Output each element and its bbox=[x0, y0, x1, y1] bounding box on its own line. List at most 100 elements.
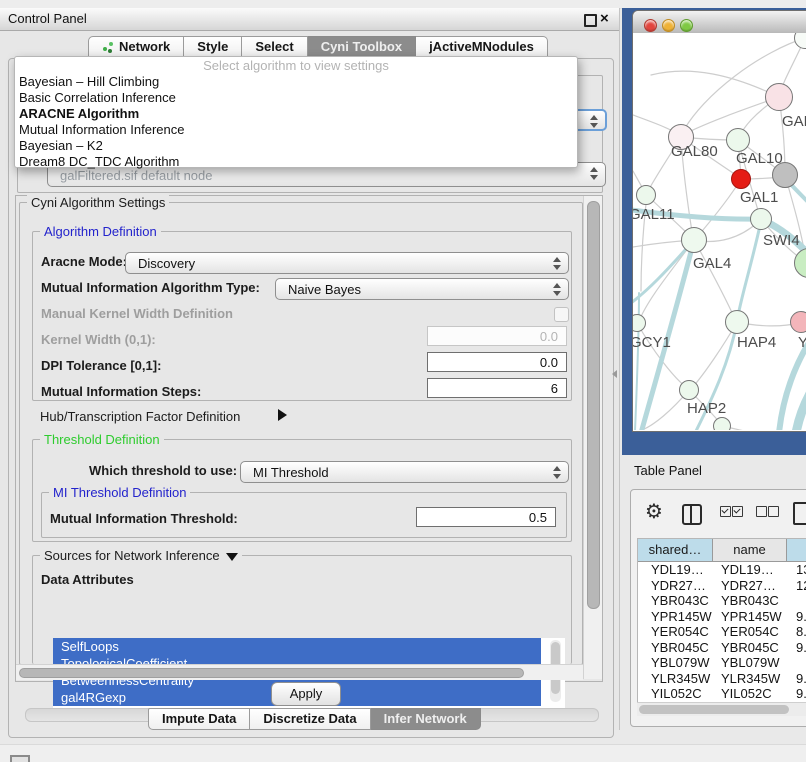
network-node-gal4[interactable] bbox=[681, 227, 707, 253]
node-label: HAP4 bbox=[737, 334, 776, 351]
popup-item[interactable]: Bayesian – K2 bbox=[15, 138, 577, 154]
network-node-gal10[interactable] bbox=[726, 128, 750, 152]
table-row[interactable]: YDL19…YDL19…13 bbox=[638, 562, 806, 578]
collapse-arrow-icon[interactable] bbox=[226, 553, 238, 561]
table-cell: 8. bbox=[787, 624, 806, 640]
table-cell: YBL079W bbox=[713, 655, 787, 671]
network-edge[interactable] bbox=[694, 240, 735, 319]
document-icon[interactable] bbox=[793, 502, 806, 525]
network-node-swi4[interactable] bbox=[750, 208, 772, 230]
table-row[interactable]: YBL079WYBL079W bbox=[638, 655, 806, 671]
network-node-hap2[interactable] bbox=[679, 380, 699, 400]
table-cell: 9. bbox=[787, 686, 806, 702]
tab-cyni-toolbox[interactable]: Cyni Toolbox bbox=[308, 36, 416, 58]
tab-style[interactable]: Style bbox=[184, 36, 242, 58]
column-header[interactable]: name bbox=[713, 539, 787, 561]
network-node-gal11[interactable] bbox=[636, 185, 656, 205]
close-icon[interactable]: × bbox=[600, 10, 609, 28]
manual-kernel-checkbox[interactable] bbox=[554, 307, 569, 322]
popup-item[interactable]: Basic Correlation Inference bbox=[15, 90, 577, 106]
aracne-mode-value: Discovery bbox=[138, 256, 195, 271]
checked-box-icon[interactable] bbox=[720, 506, 731, 517]
network-node[interactable] bbox=[772, 162, 798, 188]
dpi-tolerance-input[interactable] bbox=[427, 352, 567, 372]
table-cell bbox=[787, 655, 806, 671]
mi-type-value: Naive Bayes bbox=[288, 282, 361, 297]
table-row[interactable]: YBR045CYBR045C9. bbox=[638, 640, 806, 656]
threshold-definition-group: Threshold Definition Which threshold to … bbox=[32, 439, 572, 542]
algorithm-definition-group: Algorithm Definition Aracne Mode: Discov… bbox=[32, 231, 572, 401]
combo-spinner-icon bbox=[589, 114, 598, 129]
mi-threshold-input[interactable] bbox=[416, 507, 556, 527]
mi-type-combo[interactable]: Naive Bayes bbox=[275, 278, 569, 300]
table-row[interactable]: YBR043CYBR043C bbox=[638, 593, 806, 609]
tab-impute-data[interactable]: Impute Data bbox=[148, 708, 250, 730]
network-node-y[interactable] bbox=[790, 311, 806, 333]
network-canvas[interactable]: GALGAL80GAL10GAL1GAL11SWI4GAL4GCY1HAP4YH… bbox=[633, 33, 806, 430]
expand-arrow-icon[interactable] bbox=[278, 409, 287, 421]
which-threshold-label: Which threshold to use: bbox=[89, 463, 237, 478]
attr-item[interactable]: SelfLoops bbox=[53, 638, 541, 655]
settings-vertical-scrollbar[interactable] bbox=[583, 196, 602, 679]
popup-item[interactable]: ARACNE Algorithm bbox=[15, 106, 577, 122]
popup-item[interactable]: Dream8 DC_TDC Algorithm bbox=[15, 154, 577, 170]
threshold-definition-title: Threshold Definition bbox=[40, 432, 164, 447]
splitter-collapse-icon[interactable] bbox=[612, 370, 617, 378]
mi-steps-input[interactable] bbox=[427, 378, 567, 398]
network-node-hap4[interactable] bbox=[725, 310, 749, 334]
cyni-algorithm-settings-group: Cyni Algorithm Settings Algorithm Defini… bbox=[19, 202, 583, 665]
minimize-traffic-icon[interactable] bbox=[662, 19, 675, 32]
table-cell: 9. bbox=[787, 640, 806, 656]
table-row[interactable]: YER054CYER054C8. bbox=[638, 624, 806, 640]
split-columns-icon[interactable] bbox=[682, 504, 702, 525]
popup-item[interactable]: Bayesian – Hill Climbing bbox=[15, 74, 577, 90]
table-row[interactable]: YPR145WYPR145W9. bbox=[638, 609, 806, 625]
network-node-gal[interactable] bbox=[765, 83, 793, 111]
checked-box-icon[interactable] bbox=[732, 506, 743, 517]
network-window-titlebar[interactable] bbox=[633, 11, 806, 34]
table-cell: YER054C bbox=[713, 624, 787, 640]
apply-button[interactable]: Apply bbox=[271, 682, 341, 706]
tab-discretize-data[interactable]: Discretize Data bbox=[250, 708, 370, 730]
status-strip bbox=[0, 744, 806, 762]
table-cell: YIL052C bbox=[638, 686, 713, 702]
table-row[interactable]: YDR27…YDR27…12 bbox=[638, 578, 806, 594]
table-cell: 9. bbox=[787, 609, 806, 625]
column-header[interactable] bbox=[787, 539, 806, 561]
dpi-tolerance-label: DPI Tolerance [0,1]: bbox=[41, 358, 161, 373]
float-window-icon[interactable] bbox=[584, 14, 597, 27]
table-cell: YER054C bbox=[638, 624, 713, 640]
node-label: GAL bbox=[782, 113, 806, 130]
network-edge-highlight[interactable] bbox=[737, 221, 761, 321]
kernel-width-label: Kernel Width (0,1): bbox=[41, 332, 156, 347]
network-edge[interactable] bbox=[697, 179, 741, 237]
table-row[interactable]: YLR345WYLR345W9. bbox=[638, 671, 806, 687]
kernel-width-input[interactable] bbox=[427, 326, 567, 346]
unchecked-box-icon[interactable] bbox=[756, 506, 767, 517]
settings-horizontal-scrollbar[interactable] bbox=[16, 664, 583, 680]
tab-infer-network[interactable]: Infer Network bbox=[371, 708, 481, 730]
table-cell: YBR043C bbox=[638, 593, 713, 609]
unchecked-box-icon[interactable] bbox=[768, 506, 779, 517]
popup-item[interactable]: Mutual Information Inference bbox=[15, 122, 577, 138]
manual-kernel-label: Manual Kernel Width Definition bbox=[41, 306, 233, 321]
close-traffic-icon[interactable] bbox=[644, 19, 657, 32]
tab-network[interactable]: Network bbox=[88, 36, 184, 58]
tab-select[interactable]: Select bbox=[242, 36, 307, 58]
panel-corner-icon[interactable] bbox=[10, 755, 30, 762]
gear-icon[interactable]: ⚙ bbox=[645, 501, 663, 521]
mi-threshold-group-title: MI Threshold Definition bbox=[49, 485, 190, 500]
table-cell: YIL052C bbox=[713, 686, 787, 702]
network-node-gal1[interactable] bbox=[731, 169, 751, 189]
column-header[interactable]: shared… bbox=[638, 539, 713, 561]
network-node[interactable] bbox=[713, 417, 731, 430]
table-cell: YDR27… bbox=[638, 578, 713, 594]
zoom-traffic-icon[interactable] bbox=[680, 19, 693, 32]
network-edge-highlight[interactable] bbox=[796, 385, 806, 430]
table-row[interactable]: YIL052CYIL052C9. bbox=[638, 686, 806, 702]
table-cell: 13 bbox=[787, 562, 806, 578]
which-threshold-combo[interactable]: MI Threshold bbox=[240, 461, 569, 483]
tab-jactivemnodules[interactable]: jActiveMNodules bbox=[416, 36, 548, 58]
table-horizontal-scrollbar[interactable] bbox=[637, 702, 806, 716]
aracne-mode-combo[interactable]: Discovery bbox=[125, 252, 569, 274]
